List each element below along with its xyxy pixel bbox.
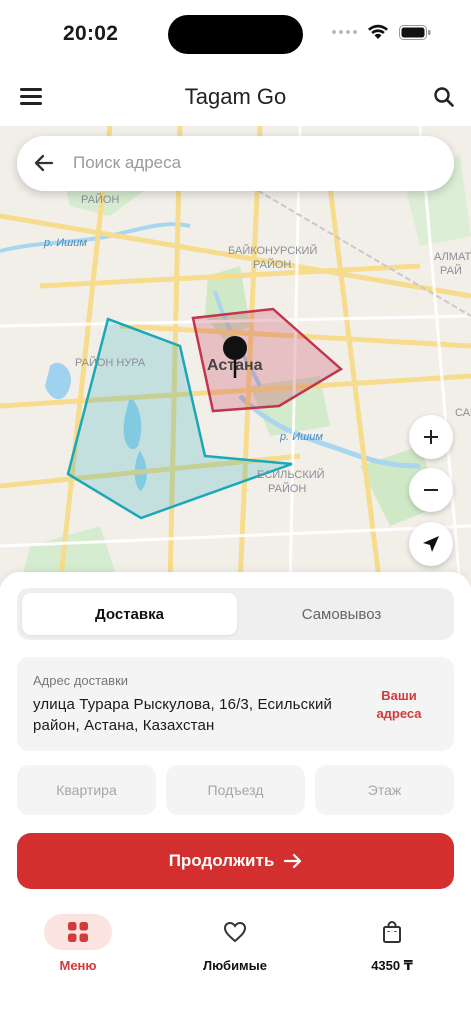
apartment-field[interactable] xyxy=(17,765,156,815)
floor-field[interactable] xyxy=(315,765,454,815)
search-icon[interactable] xyxy=(433,86,455,113)
wifi-icon xyxy=(368,24,388,39)
map-label-yesil-rayon: РАЙОН xyxy=(268,482,306,495)
status-bar: 20:02 xyxy=(0,0,471,68)
address-search-input[interactable] xyxy=(73,148,433,178)
back-arrow-icon[interactable] xyxy=(33,152,55,179)
map-label-river-2: р. Ишим xyxy=(279,431,323,443)
tab-favorites-label: Любимые xyxy=(202,958,268,973)
map-label-almaty-rayon: РАЙ xyxy=(440,264,462,277)
shopping-bag-icon xyxy=(358,914,426,950)
delivery-address-value: улица Турара Рыскулова, 16/3, Есильский … xyxy=(33,696,333,734)
tab-delivery[interactable]: Доставка xyxy=(22,593,237,635)
plus-icon xyxy=(424,430,438,444)
map-label-baikonur: БАЙКОНУРСКИЙ xyxy=(228,244,317,257)
tab-favorites[interactable]: Любимые xyxy=(175,914,295,973)
tab-menu-label: Меню xyxy=(59,958,97,973)
zoom-out-button[interactable] xyxy=(409,468,453,512)
my-location-button[interactable] xyxy=(409,522,453,566)
zoom-in-button[interactable] xyxy=(409,415,453,459)
map-label-almaty: АЛМАТ xyxy=(434,251,471,263)
status-time: 20:02 xyxy=(63,22,119,45)
tab-menu[interactable]: Меню xyxy=(18,914,138,973)
tab-pickup[interactable]: Самовывоз xyxy=(234,593,449,635)
battery-icon xyxy=(399,24,431,40)
map-label-river: р. Ишим xyxy=(43,237,87,249)
map-label-baikonur-rayon: РАЙОН xyxy=(253,258,291,271)
entrance-field[interactable] xyxy=(166,765,305,815)
heart-icon xyxy=(201,914,269,950)
navigation-arrow-icon xyxy=(423,536,439,552)
app-title: Tagam Go xyxy=(184,84,287,109)
tab-cart[interactable]: 4350 ₸ xyxy=(332,914,452,974)
delivery-address-card[interactable]: Адрес доставки улица Турара Рыскулова, 1… xyxy=(17,657,454,751)
delivery-mode-switch: Доставка Самовывоз xyxy=(17,588,454,640)
signal-icon xyxy=(332,30,357,34)
continue-button[interactable]: Продолжить xyxy=(17,833,454,889)
app-header: Tagam Go xyxy=(0,68,471,126)
your-addresses-link[interactable]: Ваши адреса xyxy=(364,687,434,723)
arrow-right-icon xyxy=(284,853,302,869)
map-label-nura: РАЙОН НУРА xyxy=(75,356,146,369)
dynamic-island xyxy=(168,15,303,54)
map-label-district: РАЙОН xyxy=(81,193,119,206)
continue-button-label: Продолжить xyxy=(168,851,275,870)
address-search-bar[interactable] xyxy=(17,136,454,191)
bottom-tab-bar: Меню Любимые 4350 ₸ xyxy=(0,914,471,984)
address-details-fields xyxy=(17,765,454,815)
delivery-address-label: Адрес доставки xyxy=(33,673,129,688)
grid-icon xyxy=(44,914,112,950)
map-label-yesil: ЕСИЛЬСКИЙ xyxy=(257,468,325,481)
map[interactable]: РАЙОН р. Ишим БАЙКОНУРСКИЙ РАЙОН АЛМАТ Р… xyxy=(0,126,471,586)
map-canvas[interactable]: РАЙОН р. Ишим БАЙКОНУРСКИЙ РАЙОН АЛМАТ Р… xyxy=(0,126,471,586)
tab-cart-label: 4350 ₸ xyxy=(371,958,413,973)
minus-icon xyxy=(424,489,438,491)
map-label-sary: САР xyxy=(455,407,471,419)
status-icons xyxy=(332,24,431,40)
